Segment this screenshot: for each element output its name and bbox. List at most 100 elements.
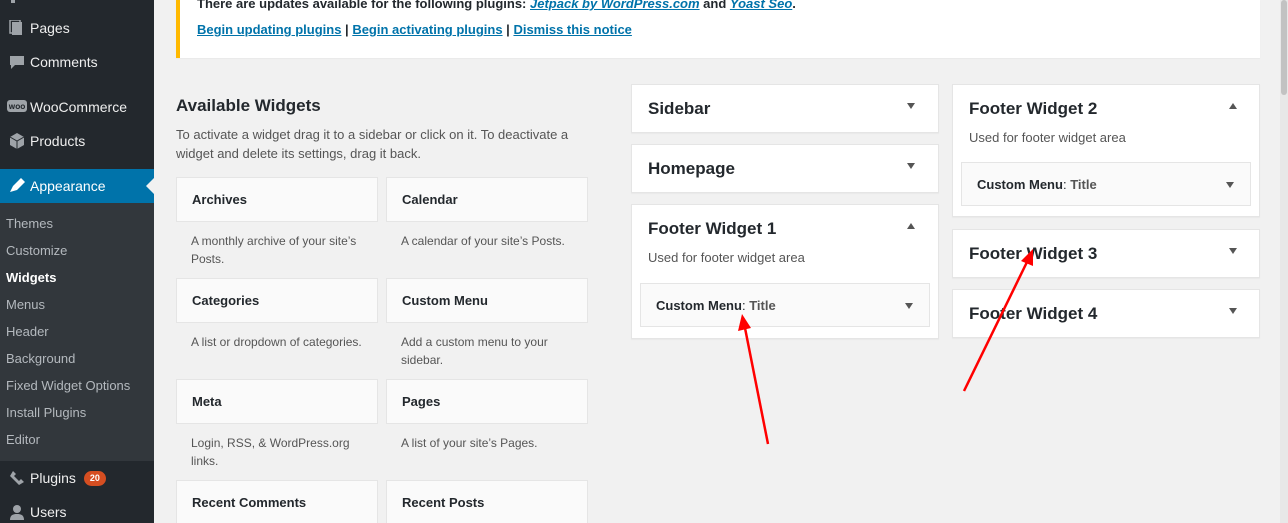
widget-title: Archives: [192, 192, 247, 207]
widget-description: Add a custom menu to your sidebar.: [401, 335, 548, 367]
notice-and: and: [699, 0, 730, 11]
submenu-item-menus[interactable]: Menus: [6, 297, 45, 312]
submenu-item-background[interactable]: Background: [6, 351, 75, 366]
placed-widget-custom-menu[interactable]: Custom Menu: Title: [640, 283, 930, 327]
dismiss-notice-link[interactable]: Dismiss this notice: [513, 22, 631, 37]
submenu-item-widgets[interactable]: Widgets: [6, 270, 56, 285]
sidebar-item-pages[interactable]: Pages: [0, 11, 154, 45]
update-count-badge: 20: [83, 470, 106, 486]
sidebar-item-label: Users: [30, 504, 67, 520]
begin-activating-plugins-link[interactable]: Begin activating plugins: [352, 22, 502, 37]
submenu-item-editor[interactable]: Editor: [6, 432, 40, 447]
admin-sidebar: Pages Comments WOO WooCommerce Products …: [0, 0, 154, 523]
widget-title: Recent Comments: [192, 495, 307, 510]
widget-custom-menu[interactable]: Custom Menu: [386, 278, 588, 323]
sidebar-item-woocommerce[interactable]: WOO WooCommerce: [0, 90, 154, 124]
notice-period: .: [792, 0, 796, 11]
widget-area-sidebar[interactable]: Sidebar: [631, 84, 939, 133]
widget-description: A list or dropdown of categories.: [191, 335, 362, 349]
widget-area-title: Footer Widget 4: [969, 304, 1098, 323]
widget-area-footer-3[interactable]: Footer Widget 3: [952, 229, 1260, 278]
chevron-down-icon[interactable]: [907, 163, 915, 169]
sidebar-item-users[interactable]: Users: [0, 495, 154, 523]
placed-widget-title: Title: [749, 298, 776, 313]
widget-title: Meta: [192, 394, 222, 409]
sidebar-item-plugins[interactable]: Plugins 20: [0, 461, 154, 495]
widget-area-title: Sidebar: [648, 99, 711, 118]
sidebar-item-comments[interactable]: Comments: [0, 45, 154, 79]
sidebar-item-label: Products: [30, 133, 86, 149]
submenu-item-themes[interactable]: Themes: [6, 216, 53, 231]
available-widgets-description: To activate a widget drag it to a sideba…: [176, 127, 569, 161]
widget-title: Calendar: [402, 192, 458, 207]
widget-calendar[interactable]: Calendar: [386, 177, 588, 222]
placed-widget-label: Custom Menu: Title: [977, 177, 1097, 192]
annotation-arrow-footer-1: [743, 327, 770, 445]
widget-area-homepage[interactable]: Homepage: [631, 144, 939, 193]
placed-widget-name: Custom Menu: [656, 298, 742, 313]
submenu-item-fixed-widget-options[interactable]: Fixed Widget Options: [6, 378, 130, 393]
widget-area-title: Footer Widget 2: [969, 99, 1098, 118]
chevron-up-icon[interactable]: [907, 223, 915, 229]
separator: |: [502, 22, 514, 37]
separator: |: [341, 22, 353, 37]
notice-actions: Begin updating plugins | Begin activatin…: [197, 22, 632, 37]
scrollbar-thumb[interactable]: [1281, 0, 1287, 95]
submenu-item-header[interactable]: Header: [6, 324, 49, 339]
widget-title: Custom Menu: [402, 293, 488, 308]
chevron-up-icon[interactable]: [1229, 103, 1237, 109]
widget-description: A list of your site’s Pages.: [401, 436, 538, 450]
placed-widget-title: Title: [1070, 177, 1097, 192]
widget-area-footer-1[interactable]: Footer Widget 1 Used for footer widget a…: [631, 204, 939, 339]
submenu-item-install-plugins[interactable]: Install Plugins: [6, 405, 86, 420]
page-scrollbar[interactable]: [1280, 0, 1288, 523]
widget-area-description: Used for footer widget area: [648, 250, 805, 265]
jetpack-plugin-link[interactable]: Jetpack by WordPress.com: [530, 0, 700, 11]
widget-pages[interactable]: Pages: [386, 379, 588, 424]
sidebar-item-label: Appearance: [30, 178, 106, 194]
plugin-update-notice: There are updates available for the foll…: [176, 0, 1260, 58]
woocommerce-icon: WOO: [0, 100, 30, 114]
chevron-down-icon[interactable]: [1226, 182, 1234, 188]
widget-area-footer-2[interactable]: Footer Widget 2 Used for footer widget a…: [952, 84, 1260, 217]
appearance-submenu: Themes Customize Widgets Menus Header Ba…: [0, 203, 154, 461]
sidebar-item-label: Plugins: [30, 470, 76, 486]
products-icon: [0, 133, 30, 149]
pages-icon: [0, 20, 30, 36]
widget-archives[interactable]: Archives: [176, 177, 378, 222]
appearance-icon: [0, 178, 30, 194]
placed-widget-name: Custom Menu: [977, 177, 1063, 192]
placed-widget-custom-menu[interactable]: Custom Menu: Title: [961, 162, 1251, 206]
sidebar-item-label: Pages: [30, 20, 70, 36]
notice-message: There are updates available for the foll…: [197, 0, 796, 11]
widget-area-title: Homepage: [648, 159, 735, 178]
svg-text:WOO: WOO: [9, 104, 26, 111]
begin-updating-plugins-link[interactable]: Begin updating plugins: [197, 22, 341, 37]
comments-icon: [0, 54, 30, 70]
widget-area-title: Footer Widget 1: [648, 219, 777, 238]
widget-area-footer-4[interactable]: Footer Widget 4: [952, 289, 1260, 338]
submenu-item-customize[interactable]: Customize: [6, 243, 67, 258]
plugins-icon: [0, 470, 30, 486]
sidebar-item-appearance[interactable]: Appearance: [0, 169, 154, 203]
sidebar-item-label: WooCommerce: [30, 99, 127, 115]
widget-title: Recent Posts: [402, 495, 485, 510]
placed-widget-label: Custom Menu: Title: [656, 298, 776, 313]
sidebar-item-label: Comments: [30, 54, 98, 70]
chevron-down-icon[interactable]: [907, 103, 915, 109]
notice-text: There are updates available for the foll…: [197, 0, 530, 11]
widget-recent-posts[interactable]: Recent Posts: [386, 480, 588, 523]
chevron-down-icon[interactable]: [1229, 308, 1237, 314]
chevron-down-icon[interactable]: [1229, 248, 1237, 254]
sidebar-item-products[interactable]: Products: [0, 124, 154, 158]
widget-recent-comments[interactable]: Recent Comments: [176, 480, 378, 523]
widget-meta[interactable]: Meta: [176, 379, 378, 424]
widget-categories[interactable]: Categories: [176, 278, 378, 323]
widget-area-title: Footer Widget 3: [969, 244, 1098, 263]
chevron-down-icon[interactable]: [905, 303, 913, 309]
users-icon: [0, 504, 30, 520]
widget-area-description: Used for footer widget area: [969, 130, 1126, 145]
yoast-plugin-link[interactable]: Yoast Seo: [730, 0, 792, 11]
widget-title: Pages: [402, 394, 441, 409]
sidebar-item-dashboard-partial[interactable]: [0, 0, 154, 8]
